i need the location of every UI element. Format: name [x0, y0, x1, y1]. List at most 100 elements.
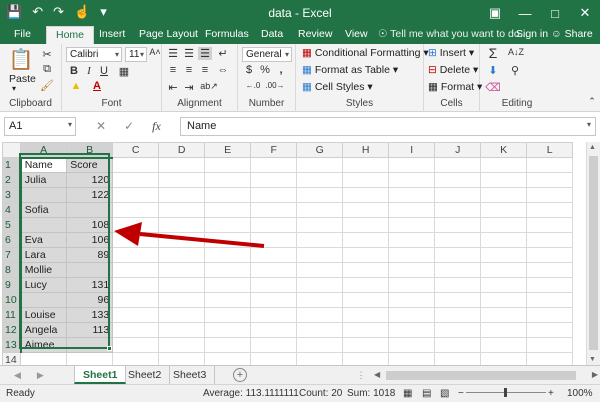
normal-view-icon[interactable]: ▦: [403, 388, 412, 399]
cell[interactable]: [204, 307, 252, 323]
fill-color-icon[interactable]: ▲: [68, 80, 84, 92]
fill-handle[interactable]: [107, 346, 112, 351]
cell[interactable]: [342, 292, 390, 308]
cell[interactable]: [250, 307, 298, 323]
align-top-icon[interactable]: ☰: [166, 47, 180, 60]
cell[interactable]: [250, 217, 298, 233]
ribbon-display-options-icon[interactable]: ▣: [480, 0, 510, 26]
column-header[interactable]: L: [526, 142, 574, 158]
row-header[interactable]: 11: [1, 307, 22, 323]
cell-b[interactable]: 122: [66, 187, 114, 203]
cell[interactable]: [388, 277, 436, 293]
percent-style-icon[interactable]: %: [258, 64, 272, 76]
cell[interactable]: [250, 202, 298, 218]
cell[interactable]: [158, 172, 206, 188]
cell[interactable]: [112, 202, 160, 218]
cell[interactable]: [250, 232, 298, 248]
cell-styles-button[interactable]: ▦ Cell Styles ▾: [302, 81, 373, 93]
cell[interactable]: [158, 322, 206, 338]
cell[interactable]: [480, 247, 528, 263]
cell[interactable]: [158, 157, 206, 173]
cell-a[interactable]: Mollie: [20, 262, 68, 278]
column-header[interactable]: E: [204, 142, 252, 158]
cell[interactable]: [526, 322, 574, 338]
tab-insert[interactable]: Insert: [99, 28, 125, 40]
cell[interactable]: [296, 277, 344, 293]
cell[interactable]: [342, 352, 390, 365]
cell[interactable]: [388, 262, 436, 278]
cell[interactable]: [250, 247, 298, 263]
cell[interactable]: [112, 187, 160, 203]
cell[interactable]: [342, 277, 390, 293]
tab-formulas[interactable]: Formulas: [205, 28, 249, 40]
paste-icon[interactable]: 📋: [8, 46, 34, 72]
scroll-right-icon[interactable]: ▶: [592, 370, 598, 379]
column-header[interactable]: C: [112, 142, 160, 158]
cell[interactable]: [204, 337, 252, 353]
font-name-select[interactable]: Calibri ▾: [66, 47, 122, 62]
cell-a[interactable]: [20, 292, 68, 308]
merge-center-icon[interactable]: ⇔: [216, 64, 230, 76]
scroll-left-icon[interactable]: ◀: [374, 370, 380, 379]
cell[interactable]: [342, 202, 390, 218]
cell[interactable]: [434, 322, 482, 338]
cell[interactable]: [342, 247, 390, 263]
cell[interactable]: [204, 232, 252, 248]
cell[interactable]: [204, 322, 252, 338]
cell-a[interactable]: Name: [20, 157, 68, 173]
column-header[interactable]: K: [480, 142, 528, 158]
cell[interactable]: [388, 247, 436, 263]
font-size-select[interactable]: 11 ▾: [125, 47, 147, 62]
accounting-format-icon[interactable]: $: [242, 64, 256, 76]
cell[interactable]: [112, 172, 160, 188]
cell[interactable]: [158, 187, 206, 203]
cell[interactable]: [112, 247, 160, 263]
italic-icon[interactable]: I: [83, 65, 95, 77]
row-header[interactable]: 3: [1, 187, 22, 203]
cell[interactable]: [158, 217, 206, 233]
zoom-level[interactable]: 100%: [567, 388, 593, 399]
cell[interactable]: [388, 337, 436, 353]
cell[interactable]: [204, 202, 252, 218]
cell-b[interactable]: [66, 337, 114, 353]
cell-b[interactable]: 108: [66, 217, 114, 233]
format-painter-icon[interactable]: 🖌: [40, 78, 54, 92]
comma-style-icon[interactable]: ,: [274, 64, 288, 76]
cell[interactable]: [342, 322, 390, 338]
row-header[interactable]: 13: [1, 337, 22, 353]
cell-b[interactable]: 113: [66, 322, 114, 338]
fill-icon[interactable]: ⬇: [486, 64, 500, 77]
cell[interactable]: [112, 337, 160, 353]
cell[interactable]: [158, 352, 206, 365]
cell[interactable]: [296, 157, 344, 173]
increase-indent-icon[interactable]: ⇥: [182, 81, 196, 94]
cell[interactable]: [204, 172, 252, 188]
page-break-view-icon[interactable]: ▧: [440, 388, 449, 399]
cell[interactable]: [434, 352, 482, 365]
cell[interactable]: [158, 292, 206, 308]
cell-b[interactable]: 133: [66, 307, 114, 323]
column-header[interactable]: I: [388, 142, 436, 158]
cell[interactable]: [158, 337, 206, 353]
tell-me-box[interactable]: ☉ Tell me what you want to do...: [378, 28, 528, 40]
row-header[interactable]: 4: [1, 202, 22, 218]
align-right-icon[interactable]: ≡: [198, 64, 212, 76]
align-bottom-icon[interactable]: ☰: [198, 47, 212, 60]
cell[interactable]: [112, 262, 160, 278]
cell[interactable]: [480, 262, 528, 278]
add-sheet-icon[interactable]: +: [233, 368, 247, 382]
sign-in-link[interactable]: Sign in: [516, 28, 548, 40]
cell[interactable]: [342, 232, 390, 248]
cell[interactable]: [296, 187, 344, 203]
cell[interactable]: [434, 202, 482, 218]
cell[interactable]: [434, 157, 482, 173]
row-header[interactable]: 5: [1, 217, 22, 233]
minimize-icon[interactable]: —: [510, 0, 540, 26]
previous-sheet-icon[interactable]: ◀: [14, 370, 21, 381]
sheet-tab-sheet3[interactable]: Sheet3: [165, 366, 216, 384]
cell-b[interactable]: 131: [66, 277, 114, 293]
cell[interactable]: [112, 157, 160, 173]
cell[interactable]: [342, 262, 390, 278]
cell[interactable]: [388, 202, 436, 218]
share-button[interactable]: ☺ Share: [551, 28, 593, 40]
